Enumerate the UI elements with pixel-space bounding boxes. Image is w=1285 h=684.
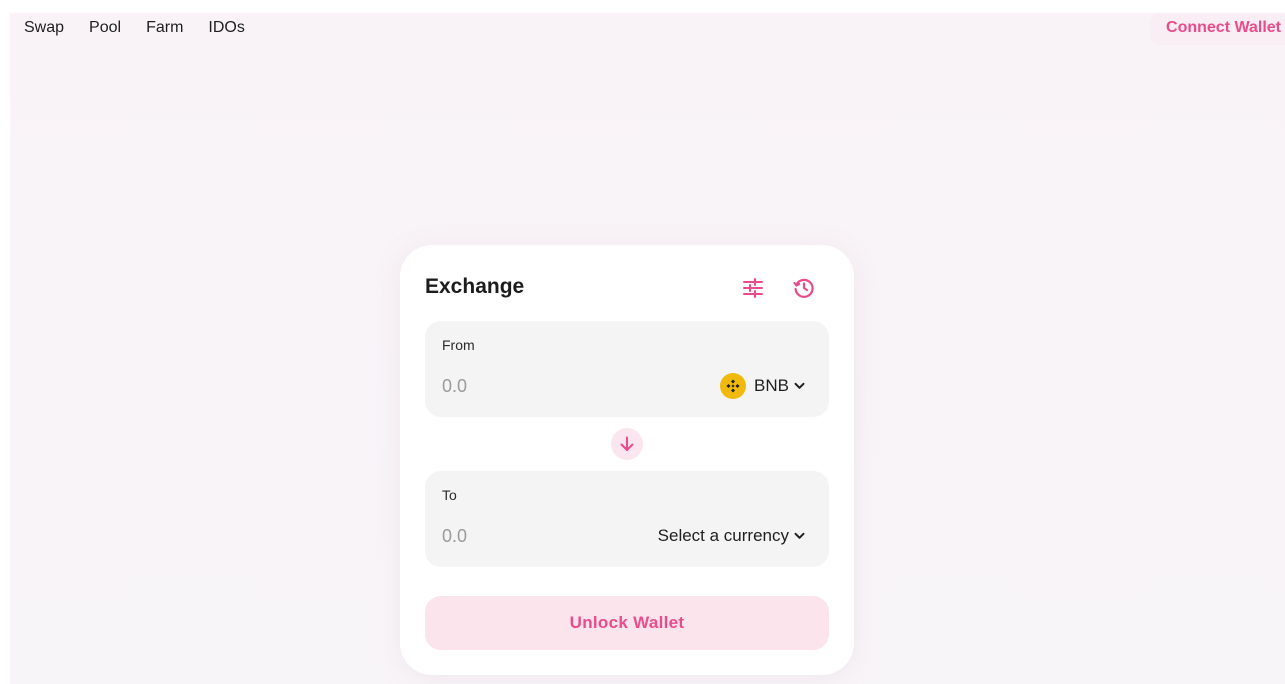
chevron-down-icon [794, 532, 805, 540]
app-page: Swap Pool Farm IDOs Connect Wallet Excha… [10, 13, 1285, 684]
arrow-down-icon [620, 436, 634, 451]
from-amount-input[interactable] [440, 373, 644, 399]
switch-direction-button[interactable] [611, 428, 643, 460]
to-panel: To Select a currency [425, 471, 829, 567]
to-amount-input[interactable] [440, 523, 644, 549]
unlock-wallet-button[interactable]: Unlock Wallet [425, 596, 829, 650]
chevron-down-icon [794, 382, 805, 390]
settings-sliders-icon [743, 278, 763, 298]
from-currency-label: BNB [754, 376, 789, 395]
top-nav: Swap Pool Farm IDOs [24, 17, 270, 39]
nav-idos[interactable]: IDOs [208, 17, 244, 39]
settings-button[interactable] [740, 275, 766, 301]
exchange-card: Exchange From 0.0 BNB To 0.0 Select a cu… [400, 245, 854, 675]
connect-wallet-button[interactable]: Connect Wallet [1150, 13, 1285, 45]
bnb-logo-icon [720, 373, 747, 399]
from-label: From [442, 337, 475, 353]
history-button[interactable] [791, 275, 817, 301]
to-label: To [442, 487, 457, 503]
from-currency-select[interactable]: BNB [720, 373, 805, 399]
to-currency-label: Select a currency [657, 526, 789, 545]
nav-farm[interactable]: Farm [146, 17, 183, 39]
nav-swap[interactable]: Swap [24, 17, 64, 39]
exchange-title: Exchange [425, 275, 525, 298]
to-currency-select[interactable]: Select a currency [658, 523, 805, 549]
history-icon [793, 278, 814, 298]
from-panel: From BNB [425, 321, 829, 417]
nav-pool[interactable]: Pool [89, 17, 121, 39]
